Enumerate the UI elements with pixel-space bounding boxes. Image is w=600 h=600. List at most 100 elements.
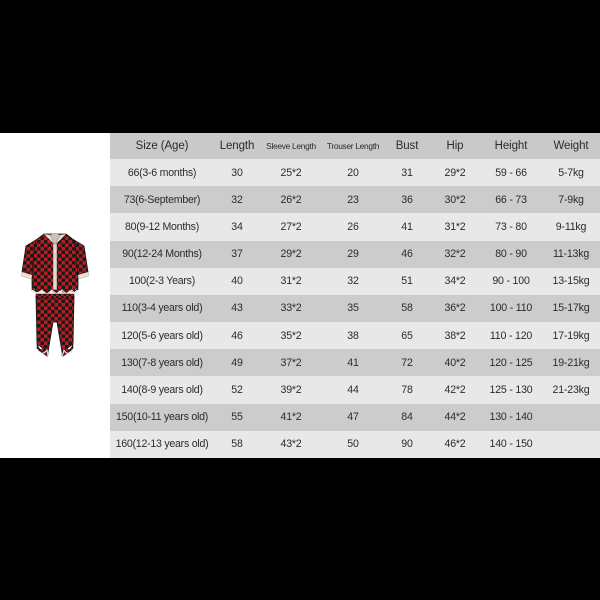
cell-hip: 36*2	[444, 302, 466, 315]
cell-trouser-length: 20	[347, 166, 359, 179]
cell-sleeve-length: 25*2	[280, 166, 302, 179]
cell-weight: 5-7kg	[558, 166, 584, 179]
cell-bust: 41	[401, 220, 413, 233]
cell-length: 49	[231, 356, 243, 369]
cell-bust: 90	[401, 438, 413, 451]
table-row: 140(8-9 years old) 52 39*2 44 78 42*2 125 - 13…	[110, 376, 600, 404]
table-row: 130(7-8 years old) 49 37*2 41 72 40*2 120 - 12…	[110, 349, 600, 377]
cell-size: 90(12-24 Months)	[122, 248, 202, 261]
cell-weight: 19-21kg	[552, 356, 590, 369]
cell-size: 130(7-8 years old)	[121, 356, 203, 369]
cell-bust: 84	[401, 411, 413, 424]
cell-sleeve-length: 37*2	[280, 356, 302, 369]
cell-size: 73(6-September)	[123, 193, 201, 206]
cell-height: 73 - 80	[495, 220, 527, 233]
cell-size: 110(3-4 years old)	[121, 302, 203, 315]
table-row: 160(12-13 years old) 58 43*2 50 90 46*2 140 - …	[110, 430, 600, 458]
cell-weight: 11-13kg	[552, 248, 590, 261]
table-row: 100(2-3 Years) 40 31*2 32 51 34*2 90 - 100 13-1…	[110, 267, 600, 295]
cell-sleeve-length: 33*2	[280, 302, 302, 315]
cell-length: 58	[231, 438, 243, 451]
pajama-trousers	[35, 293, 75, 357]
cell-height: 130 - 140	[489, 411, 533, 424]
table-row: 150(10-11 years old) 55 41*2 47 84 44*2 130 - …	[110, 403, 600, 431]
size-chart-image: Size (Age) Length Sleeve Length Trouser …	[0, 0, 600, 600]
cell-size: 160(12-13 years old)	[115, 438, 209, 451]
cell-weight: 7-9kg	[558, 193, 584, 206]
cell-weight: 17-19kg	[552, 329, 590, 342]
column-header-weight: Weight	[553, 140, 589, 152]
cell-sleeve-length: 31*2	[280, 275, 302, 288]
cell-height: 100 - 110	[489, 302, 533, 315]
cell-hip: 32*2	[444, 248, 466, 261]
table-row: 80(9-12 Months) 34 27*2 26 41 31*2 73 - 80 9-11…	[110, 213, 600, 241]
size-table-header: Size (Age) Length Sleeve Length Trouser …	[110, 133, 600, 159]
cell-height: 120 - 125	[489, 356, 533, 369]
cell-trouser-length: 26	[347, 220, 359, 233]
table-row: 66(3-6 months) 30 25*2 20 31 29*2 59 - 66 5-7kg	[110, 159, 600, 187]
size-chart-content-band: Size (Age) Length Sleeve Length Trouser …	[0, 133, 600, 458]
plaid-pajama-set-image	[21, 232, 89, 357]
cell-sleeve-length: 27*2	[280, 220, 302, 233]
cell-sleeve-length: 35*2	[280, 329, 302, 342]
cell-hip: 42*2	[444, 383, 466, 396]
cell-hip: 40*2	[444, 356, 466, 369]
size-table: Size (Age) Length Sleeve Length Trouser …	[110, 133, 600, 458]
cell-length: 37	[231, 248, 243, 261]
column-header-bust: Bust	[395, 140, 419, 152]
cell-length: 34	[231, 220, 243, 233]
cell-weight: 15-17kg	[552, 302, 590, 315]
cell-size: 100(2-3 Years)	[129, 275, 195, 288]
cell-length: 43	[231, 302, 243, 315]
column-header-length: Length	[219, 140, 255, 152]
cell-weight: 13-15kg	[552, 275, 590, 288]
cell-size: 80(9-12 Months)	[125, 220, 199, 233]
cell-size: 150(10-11 years old)	[116, 411, 208, 424]
cell-weight: 9-11kg	[555, 220, 587, 233]
cell-height: 59 - 66	[495, 166, 527, 179]
cell-bust: 51	[401, 275, 413, 288]
cell-height: 140 - 150	[489, 438, 533, 451]
cell-hip: 44*2	[444, 411, 466, 424]
cell-size: 120(5-6 years old)	[121, 329, 203, 342]
cell-weight	[542, 404, 600, 431]
cell-trouser-length: 41	[347, 356, 359, 369]
column-header-hip: Hip	[446, 140, 464, 152]
cell-hip: 38*2	[444, 329, 466, 342]
cell-length: 46	[231, 329, 243, 342]
cell-hip: 29*2	[444, 166, 466, 179]
cell-hip: 31*2	[444, 220, 466, 233]
table-row: 120(5-6 years old) 46 35*2 38 65 38*2 110 - 12…	[110, 322, 600, 350]
cell-bust: 78	[401, 383, 413, 396]
table-row: 73(6-September) 32 26*2 23 36 30*2 66 - 73 7-9k…	[110, 186, 600, 214]
cell-height: 125 - 130	[489, 383, 533, 396]
table-row: 110(3-4 years old) 43 33*2 35 58 36*2 100 - 11…	[110, 294, 600, 323]
cell-trouser-length: 38	[347, 329, 359, 342]
cell-bust: 58	[401, 302, 413, 315]
table-row: 90(12-24 Months) 37 29*2 29 46 32*2 80 - 90 11-…	[110, 240, 600, 268]
header-row: Size (Age) Length Sleeve Length Trouser …	[110, 133, 600, 159]
cell-trouser-length: 35	[347, 302, 359, 315]
size-table-container: Size (Age) Length Sleeve Length Trouser …	[110, 133, 600, 458]
column-header-sleeve-length: Sleeve Length	[266, 141, 316, 151]
cell-trouser-length: 47	[347, 411, 359, 424]
cell-size: 66(3-6 months)	[127, 166, 197, 179]
column-header-size: Size (Age)	[135, 140, 189, 152]
size-table-body: 66(3-6 months) 30 25*2 20 31 29*2 59 - 66 5-7kg…	[110, 159, 600, 458]
cell-weight: 21-23kg	[552, 383, 590, 396]
pajama-top	[21, 232, 89, 294]
column-header-trouser-length: Trouser Length	[326, 141, 380, 151]
cell-height: 66 - 73	[495, 193, 527, 206]
cell-height: 80 - 90	[495, 248, 527, 261]
cell-hip: 30*2	[444, 193, 466, 206]
cell-length: 32	[231, 193, 243, 206]
cell-hip: 46*2	[444, 438, 466, 451]
cell-trouser-length: 50	[347, 438, 359, 451]
cell-hip: 34*2	[444, 275, 466, 288]
cell-length: 55	[231, 411, 243, 424]
cell-sleeve-length: 26*2	[280, 193, 302, 206]
cell-height: 110 - 120	[489, 329, 533, 342]
cell-height: 90 - 100	[492, 275, 530, 288]
product-image-pane	[0, 133, 110, 458]
cell-trouser-length: 29	[347, 248, 359, 261]
